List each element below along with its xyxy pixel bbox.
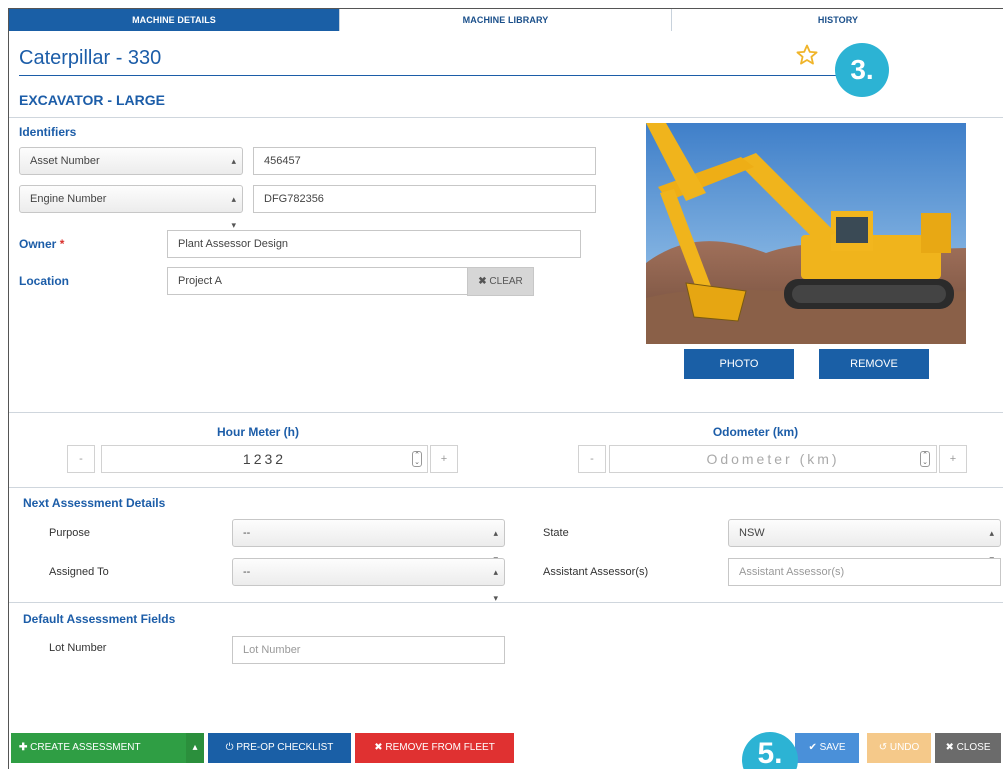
machine-category: EXCAVATOR - LARGE: [19, 92, 165, 108]
undo-icon: ↺: [878, 742, 888, 753]
engine-number-input[interactable]: DFG782356: [253, 185, 596, 213]
select-arrows-icon: ▴▾: [493, 567, 498, 603]
clear-location-button[interactable]: ✖ CLEAR: [467, 267, 534, 296]
preop-checklist-button[interactable]: ⏻ PRE-OP CHECKLIST: [208, 733, 351, 763]
odometer-increment-button[interactable]: +: [939, 445, 967, 473]
next-assessment-label: Next Assessment Details: [23, 496, 166, 510]
location-label: Location: [19, 274, 69, 288]
purpose-value: --: [243, 527, 251, 539]
lot-number-input[interactable]: Lot Number: [232, 636, 505, 664]
close-icon: ✖: [945, 742, 954, 753]
tab-machine-details[interactable]: MACHINE DETAILS: [9, 9, 340, 31]
tab-bar: MACHINE DETAILS MACHINE LIBRARY HISTORY: [9, 9, 1003, 31]
remove-from-fleet-button[interactable]: ✖ REMOVE FROM FLEET: [355, 733, 514, 763]
required-mark: *: [59, 237, 65, 251]
state-select[interactable]: NSW ▴▾: [728, 519, 1001, 564]
lot-number-label: Lot Number: [49, 642, 107, 654]
spinner-arrows-icon[interactable]: ⌃ ⌄: [412, 451, 422, 467]
state-label: State: [543, 527, 569, 539]
hour-meter-decrement-button[interactable]: -: [67, 445, 95, 473]
divider: [9, 487, 1003, 488]
photo-button[interactable]: PHOTO: [684, 349, 794, 379]
hour-meter-increment-button[interactable]: +: [430, 445, 458, 473]
odometer-label: Odometer (km): [712, 425, 799, 439]
assigned-to-select[interactable]: -- ▴ ▾: [232, 558, 505, 603]
hour-meter-value: 1232: [242, 451, 287, 467]
create-assessment-dropdown[interactable]: ▴: [186, 733, 204, 763]
star-outline-icon[interactable]: [795, 43, 819, 67]
tab-history[interactable]: HISTORY: [672, 9, 1003, 31]
purpose-select[interactable]: -- ▴▾: [232, 519, 505, 564]
step-callout-3: 3.: [835, 43, 889, 97]
assistant-assessor-input[interactable]: Assistant Assessor(s): [728, 558, 1001, 586]
machine-details-panel: MACHINE DETAILS MACHINE LIBRARY HISTORY …: [8, 8, 1003, 769]
close-label: CLOSE: [956, 742, 991, 753]
odometer-decrement-button[interactable]: -: [578, 445, 606, 473]
close-icon: ✖: [478, 276, 487, 287]
location-input[interactable]: Project A: [167, 267, 468, 295]
create-assessment-button[interactable]: ✚ CREATE ASSESSMENT: [11, 733, 186, 763]
check-icon: ✔: [808, 742, 817, 753]
asset-number-input[interactable]: 456457: [253, 147, 596, 175]
identifiers-label: Identifiers: [19, 125, 77, 139]
machine-photo: [646, 123, 966, 344]
undo-label: UNDO: [889, 742, 920, 753]
excavator-image: [646, 123, 966, 344]
owner-label-text: Owner: [19, 237, 57, 251]
identifier-type-select-2[interactable]: Engine Number ▴ ▾: [19, 185, 243, 230]
save-label: SAVE: [819, 742, 846, 753]
close-icon: ✖: [374, 742, 383, 753]
identifier-type-value: Engine Number: [30, 193, 107, 205]
power-icon: ⏻: [225, 742, 234, 753]
divider: [9, 412, 1003, 413]
caret-up-icon: ▴: [192, 742, 198, 753]
title-underline: [19, 75, 837, 76]
remove-fleet-label: REMOVE FROM FLEET: [385, 742, 495, 753]
close-button[interactable]: ✖ CLOSE: [935, 733, 1001, 763]
identifier-type-select-1[interactable]: Asset Number ▴▾: [19, 147, 243, 192]
assigned-to-label: Assigned To: [49, 566, 109, 578]
tab-machine-library[interactable]: MACHINE LIBRARY: [340, 9, 672, 31]
assigned-to-value: --: [243, 566, 251, 578]
assistant-assessor-label: Assistant Assessor(s): [543, 566, 649, 578]
identifier-type-value: Asset Number: [30, 155, 100, 167]
create-assessment-label: CREATE ASSESSMENT: [30, 742, 141, 753]
remove-photo-button[interactable]: REMOVE: [819, 349, 929, 379]
page-title: Caterpillar - 330: [19, 47, 162, 69]
odometer-input[interactable]: Odometer (km): [609, 445, 937, 473]
divider: [9, 602, 1003, 603]
plus-icon: ✚: [19, 742, 28, 753]
spinner-arrows-icon[interactable]: ⌃ ⌄: [920, 451, 930, 467]
purpose-label: Purpose: [49, 527, 90, 539]
state-value: NSW: [739, 527, 765, 539]
preop-checklist-label: PRE-OP CHECKLIST: [236, 742, 334, 753]
hour-meter-label: Hour Meter (h): [217, 425, 299, 439]
divider: [9, 117, 1003, 118]
clear-label: CLEAR: [489, 276, 523, 287]
owner-input[interactable]: Plant Assessor Design: [167, 230, 581, 258]
undo-button[interactable]: ↺ UNDO: [867, 733, 931, 763]
odometer-placeholder: Odometer (km): [706, 451, 840, 467]
save-button[interactable]: ✔ SAVE: [795, 733, 859, 763]
hour-meter-input[interactable]: 1232: [101, 445, 428, 473]
default-fields-label: Default Assessment Fields: [23, 612, 176, 626]
owner-label: Owner *: [19, 237, 64, 251]
